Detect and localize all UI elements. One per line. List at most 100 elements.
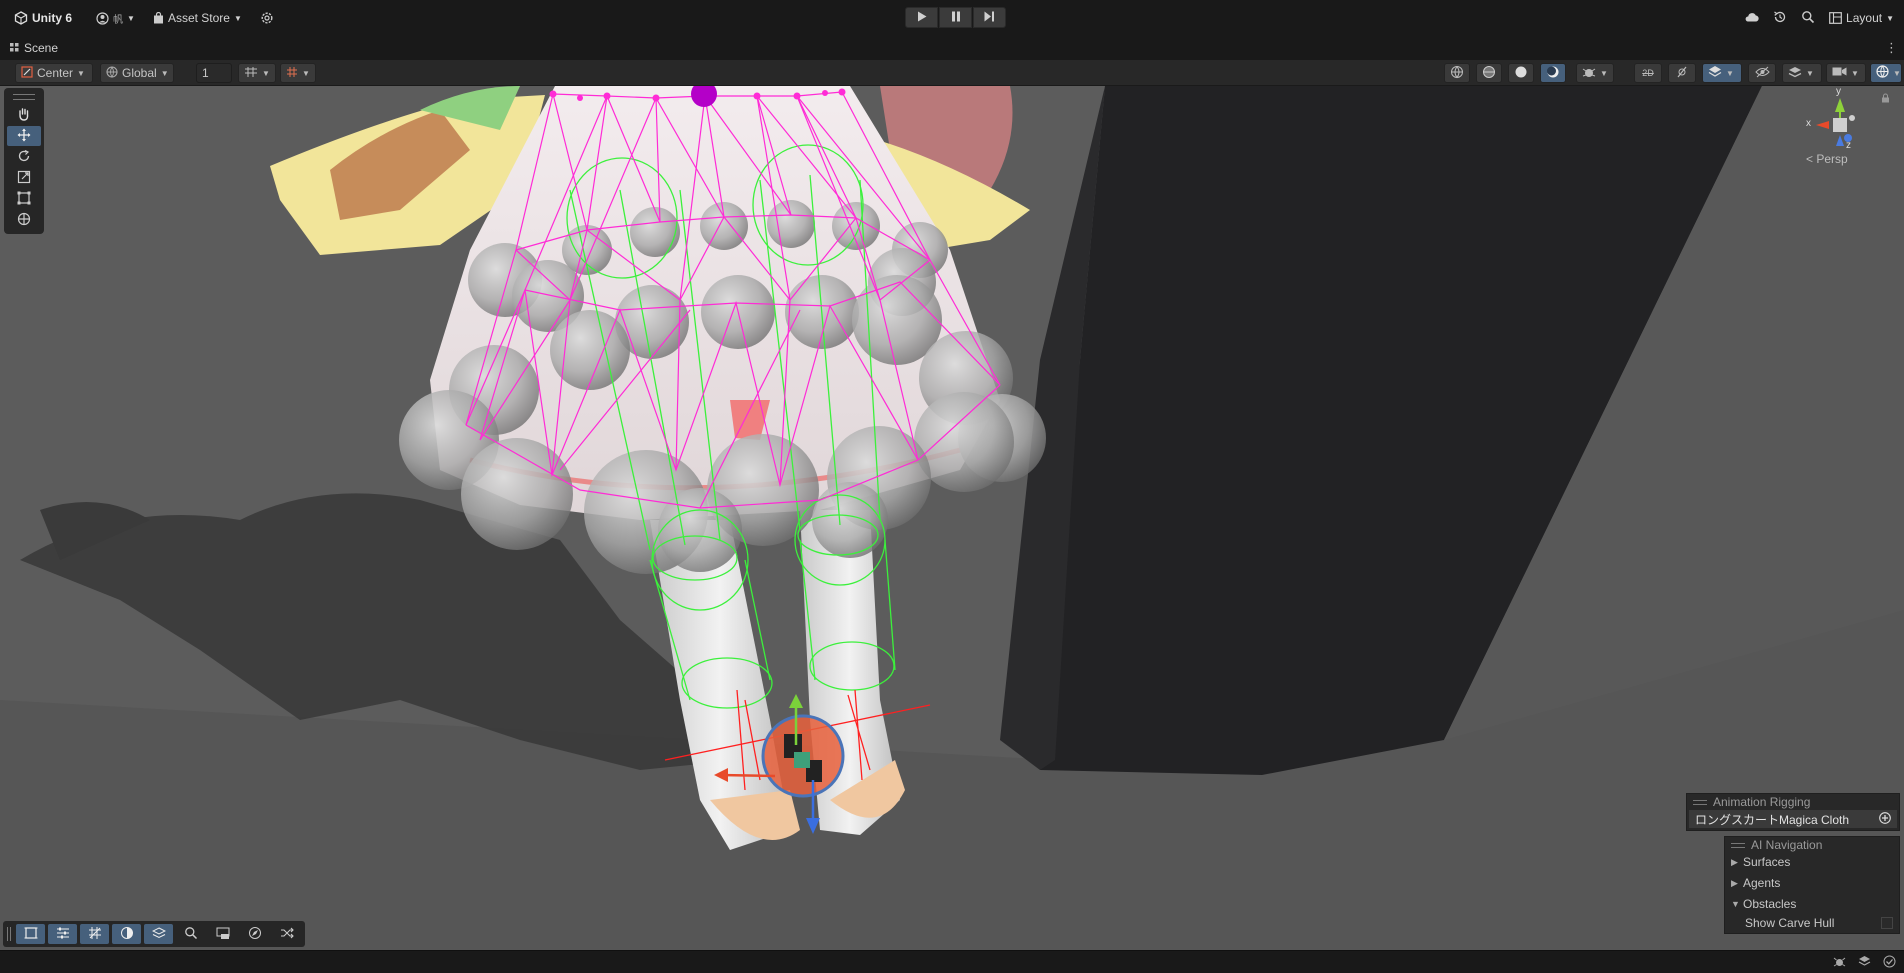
account-dropdown[interactable]: 帆 ▼ <box>90 8 141 28</box>
lighting-toggle-button[interactable] <box>1668 63 1696 83</box>
playmode-controls <box>905 7 1006 28</box>
tab-scene-label: Scene <box>24 41 59 55</box>
draw-mode-shaded-button[interactable] <box>1540 63 1566 83</box>
step-button[interactable] <box>973 7 1006 28</box>
layout-label: Layout <box>1846 11 1883 25</box>
palette-grip[interactable] <box>7 927 11 941</box>
gizmo-globe-icon <box>1876 65 1889 81</box>
show-carve-hull-checkbox[interactable] <box>1881 917 1893 929</box>
chevron-down-icon: ▼ <box>302 68 310 78</box>
rect-select-button[interactable] <box>16 924 45 944</box>
space-mode-label: Global <box>122 66 157 80</box>
play-icon <box>917 11 927 25</box>
bottom-overlay-toolbar <box>3 921 305 947</box>
camera-preview-button[interactable] <box>208 924 237 944</box>
chevron-down-icon: ▼ <box>127 13 135 23</box>
show-carve-hull-label: Show Carve Hull <box>1745 916 1835 930</box>
grip-icon <box>1693 799 1707 805</box>
search-icon[interactable] <box>1801 10 1815 27</box>
palette-grip[interactable] <box>13 94 35 100</box>
projection-toggle[interactable]: < Persp <box>1806 152 1848 166</box>
move-tool-button[interactable] <box>7 126 41 146</box>
grid-size-field[interactable]: 1 <box>196 63 232 83</box>
rotate-tool-button[interactable] <box>7 147 41 167</box>
account-label: 帆 <box>113 14 124 26</box>
scene-viewport[interactable]: y x z < Persp Animation Rigging ロングスカートM… <box>0 86 1904 950</box>
overlay-title: Animation Rigging <box>1713 795 1811 809</box>
pivot-mode-dropdown[interactable]: Center ▼ <box>15 63 93 83</box>
projection-label: Persp <box>1816 152 1848 166</box>
space-mode-dropdown[interactable]: Global ▼ <box>100 63 174 83</box>
animation-rigging-overlay: Animation Rigging ロングスカートMagica Cloth <box>1686 793 1900 831</box>
rig-object-field[interactable]: ロングスカートMagica Cloth <box>1689 810 1897 828</box>
rig-object-value: ロングスカートMagica Cloth <box>1695 812 1850 827</box>
cloud-icon[interactable] <box>1744 11 1759 25</box>
history-icon[interactable] <box>1773 10 1787 27</box>
tab-scene[interactable]: Scene <box>0 36 68 60</box>
lighting-sphere-button[interactable] <box>112 924 141 944</box>
foldout-agents[interactable]: ▶ Agents <box>1725 871 1899 895</box>
overlay-header[interactable]: AI Navigation <box>1725 837 1899 853</box>
add-circle-icon[interactable] <box>1879 811 1891 827</box>
camera-dropdown[interactable]: ▼ <box>1826 63 1866 83</box>
unlit-sphere-icon <box>1514 65 1528 82</box>
lock-icon[interactable] <box>1881 92 1890 106</box>
pause-button[interactable] <box>939 7 972 28</box>
navmesh-layers-button[interactable] <box>144 924 173 944</box>
tab-bar: Scene ⋮ <box>0 36 1904 60</box>
unity-menu-button[interactable]: Unity 6 <box>8 8 78 28</box>
grid-snap-dropdown[interactable]: ▼ <box>238 63 276 83</box>
foldout-surfaces[interactable]: ▶ Surfaces <box>1725 853 1899 871</box>
grid-size-value: 1 <box>202 66 209 80</box>
wireframe-sphere-icon <box>1450 65 1464 82</box>
gizmos-dropdown[interactable]: ▼ <box>1870 63 1902 83</box>
sliders-button[interactable] <box>48 924 77 944</box>
rect-tool-button[interactable] <box>7 189 41 209</box>
chevron-down-icon: ▼ <box>1851 68 1859 78</box>
shopping-bag-icon <box>153 12 164 24</box>
draw-mode-wireframe-button[interactable] <box>1444 63 1470 83</box>
shuffle-button[interactable] <box>272 924 301 944</box>
check-circle-icon[interactable] <box>1883 955 1896 971</box>
probe-button[interactable] <box>240 924 269 944</box>
overlay-header[interactable]: Animation Rigging <box>1687 794 1899 810</box>
settings-button[interactable] <box>254 8 280 28</box>
2d-toggle-button[interactable]: 2D <box>1634 63 1662 83</box>
foldout-obstacles[interactable]: ▼ Obstacles <box>1725 895 1899 913</box>
chevron-down-icon: ▼ <box>1600 68 1608 78</box>
orientation-gizmo[interactable]: y x z < Persp <box>1802 86 1889 200</box>
debug-draw-dropdown[interactable]: ▼ <box>1576 63 1614 83</box>
transform-tool-button[interactable] <box>7 210 41 230</box>
2d-icon: 2D <box>1642 68 1654 78</box>
hand-tool-button[interactable] <box>7 105 41 125</box>
chevron-down-icon: ▼ <box>233 13 242 23</box>
axis-x-label: x <box>1806 118 1811 129</box>
play-button[interactable] <box>905 7 938 28</box>
rotate-icon <box>17 149 31 166</box>
triangle-down-icon: ▼ <box>1731 899 1740 909</box>
more-options-icon[interactable]: ⋮ <box>1885 40 1898 56</box>
pivot-icon <box>21 65 33 81</box>
unity-logo-icon <box>14 11 28 25</box>
draw-mode-unlit-button[interactable] <box>1508 63 1534 83</box>
axis-y-label: y <box>1836 86 1841 97</box>
hatch-grid-icon <box>88 926 102 943</box>
grid-hatch-button[interactable] <box>80 924 109 944</box>
increment-snap-dropdown[interactable]: ▼ <box>280 63 316 83</box>
layout-dropdown[interactable]: Layout ▼ <box>1829 8 1894 28</box>
bug-icon[interactable] <box>1833 955 1846 971</box>
rect-transform-icon <box>17 191 31 208</box>
scale-tool-button[interactable] <box>7 168 41 188</box>
triangle-right-icon: ▶ <box>1731 856 1738 867</box>
layers-dropdown[interactable]: ▼ <box>1782 63 1822 83</box>
scene-fx-dropdown[interactable]: ▼ <box>1702 63 1742 83</box>
settings-gear-icon <box>260 11 274 25</box>
search-tool-button[interactable] <box>176 924 205 944</box>
pivot-mode-label: Center <box>37 66 74 80</box>
scene-visibility-button[interactable] <box>1748 63 1776 83</box>
draw-mode-shaded-wire-button[interactable] <box>1476 63 1502 83</box>
asset-store-dropdown[interactable]: Asset Store ▼ <box>147 8 248 28</box>
chevron-down-icon: ▼ <box>1886 13 1894 23</box>
layers-icon[interactable] <box>1858 955 1871 971</box>
grid-snap-icon <box>244 66 258 81</box>
